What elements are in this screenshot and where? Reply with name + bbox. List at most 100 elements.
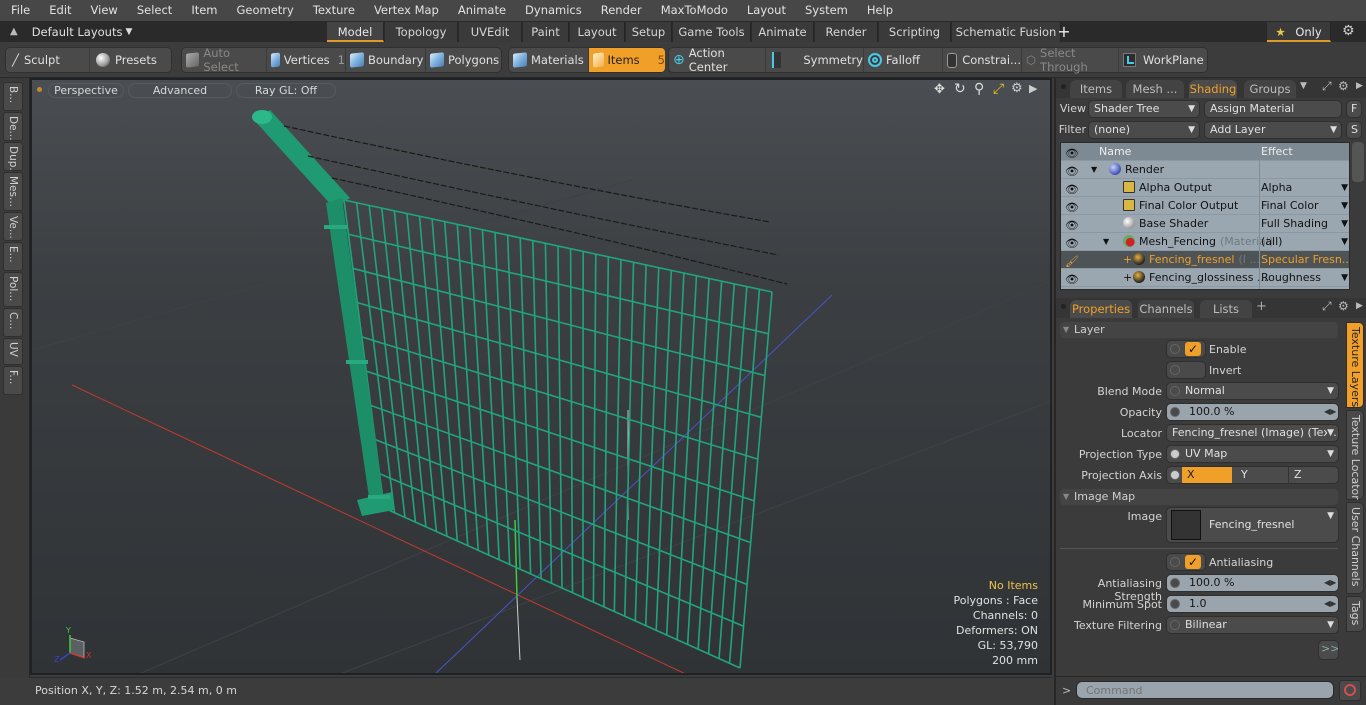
action-center-button[interactable]: ⊕ Action Center [669,46,766,74]
panel-gear-icon[interactable]: ⚙ [1338,299,1349,313]
enable-checkbox[interactable]: ✓ [1166,340,1206,358]
left-tab-2[interactable]: Dup... [3,142,23,177]
only-filter-button[interactable]: ★ Only [1267,22,1331,42]
menu-geometry[interactable]: Geometry [226,0,302,21]
axis-x-option[interactable]: X [1182,467,1232,483]
effect-column-header[interactable]: Effect [1261,143,1349,161]
blend-mode-dropdown[interactable]: Normal ▼ [1166,382,1339,400]
left-tab-7[interactable]: C... [3,308,23,337]
left-tab-6[interactable]: Pol... [3,272,23,307]
expand-plus-icon[interactable]: + [1123,251,1132,269]
sculpt-button[interactable]: ╱ Sculpt [6,48,90,72]
properties-tab-lists[interactable]: Lists [1200,300,1252,318]
visibility-eye-icon[interactable]: 👁 [1064,163,1080,178]
left-tab-5[interactable]: E... [3,242,23,271]
properties-tab-properties[interactable]: Properties [1070,300,1132,318]
symmetry-button[interactable]: Symmetry [766,48,864,72]
side-tab-tags[interactable]: Tags [1346,596,1364,632]
menu-select[interactable]: Select [126,0,180,21]
layout-tab-game-tools[interactable]: Game Tools [673,22,751,42]
polygons-button[interactable]: Polygons [426,48,502,72]
axis-z-option[interactable]: Z [1292,467,1338,483]
slider-arrows-icon[interactable]: ◀▶ [1324,576,1336,590]
row-effect[interactable]: Full Shading [1261,215,1349,233]
shader-tab-groups[interactable]: Groups [1244,80,1296,98]
visibility-eye-icon[interactable]: 👁 [1064,181,1080,196]
image-map-section-header[interactable]: ▼ Image Map [1060,489,1338,505]
expand-plus-icon[interactable]: + [1123,269,1132,287]
layout-tab-layout[interactable]: Layout [570,22,625,42]
menu-dynamics[interactable]: Dynamics [514,0,590,21]
items-button[interactable]: Items 5 [589,48,665,72]
record-button[interactable] [1339,680,1361,701]
view-dropdown[interactable]: Shader Tree ▼ [1088,100,1200,118]
materials-button[interactable]: Materials [509,48,589,72]
visibility-eye-icon[interactable]: 👁 [1064,235,1080,250]
left-tab-8[interactable]: UV [3,338,23,365]
shader-tree-row[interactable]: 👁 Alpha Output Alpha ▼ [1061,179,1349,197]
left-tab-3[interactable]: Mes... [3,172,23,211]
min-spot-input[interactable]: 1.0 ◀▶ [1166,595,1339,613]
shader-tree-row[interactable]: 👁 ▼ Mesh_Fencing (Material) (all) ▼ [1061,233,1349,251]
menu-system[interactable]: System [794,0,856,21]
shader-tab-shading[interactable]: Shading [1189,80,1237,98]
panel-arrow-icon[interactable]: ▶ [1356,81,1363,91]
shader-tree-row[interactable]: 👁 ▼ Render [1061,161,1349,179]
name-column-header[interactable]: Name [1099,143,1131,161]
layout-tab-schematic-fusion[interactable]: Schematic Fusion [952,22,1061,42]
aa-strength-input[interactable]: 100.0 % ◀▶ [1166,574,1339,592]
side-tab-texture-locator[interactable]: Texture Locator [1346,410,1364,500]
presets-button[interactable]: Presets [90,48,172,72]
assign-material-button[interactable]: Assign Material [1204,100,1342,118]
add-layout-tab-button[interactable]: + [1054,22,1074,42]
chevron-down-icon[interactable]: ▼ [1341,233,1348,251]
chevron-down-icon[interactable]: ▼ [1341,179,1348,197]
maximize-panel-icon[interactable]: ⤢ [1322,79,1332,94]
row-effect[interactable]: Final Color [1261,197,1349,215]
menu-maxtomodo[interactable]: MaxToModo [650,0,736,21]
add-layer-dropdown[interactable]: Add Layer ▼ [1204,121,1342,139]
layout-tab-uvedit[interactable]: UVEdit [459,22,522,42]
f-button[interactable]: F [1346,100,1362,118]
visibility-eye-icon[interactable]: 👁 [1064,217,1080,232]
boundary-button[interactable]: Boundary [346,48,426,72]
select-through-button[interactable]: ⬡ Select Through [1022,46,1119,74]
slider-arrows-icon[interactable]: ◀▶ [1324,405,1336,419]
constraints-button[interactable]: Constrai... [943,48,1022,72]
left-tab-4[interactable]: Ve... [3,212,23,241]
menu-file[interactable]: File [0,0,38,21]
texture-filtering-dropdown[interactable]: Bilinear ▼ [1166,616,1339,634]
maximize-panel-icon[interactable]: ⤢ [1322,299,1332,314]
layout-tab-render[interactable]: Render [815,22,878,42]
layout-tab-paint[interactable]: Paint [523,22,569,42]
gear-icon[interactable]: ⚙ [1342,23,1355,39]
invert-checkbox[interactable] [1166,361,1206,379]
auto-select-button[interactable]: Auto Select [182,46,267,74]
locator-dropdown[interactable]: Fencing_fresnel (Image) (Tex... ▼ [1166,424,1339,442]
projection-type-dropdown[interactable]: UV Map ▼ [1166,445,1339,463]
layouts-dropdown[interactable]: ▲ Default Layouts ▼ [0,21,132,42]
shader-tree-row[interactable]: 👁 Base Shader Full Shading ▼ [1061,215,1349,233]
layer-section-header[interactable]: ▼ Layer [1060,322,1338,338]
image-selector[interactable]: Fencing_fresnel ▼ [1166,507,1339,543]
panel-arrow-icon[interactable]: ▶ [1356,301,1363,311]
menu-vertex-map[interactable]: Vertex Map [363,0,447,21]
row-effect[interactable]: Roughness [1261,269,1349,287]
tabs-dropdown-icon[interactable]: ▼ [1300,81,1307,91]
slider-arrows-icon[interactable]: ◀▶ [1324,597,1336,611]
s-button[interactable]: S [1346,121,1362,139]
menu-view[interactable]: View [80,0,126,21]
add-tab-button[interactable]: + [1256,299,1267,314]
chevron-down-icon[interactable]: ▼ [1341,269,1348,287]
row-effect[interactable]: Alpha [1261,179,1349,197]
shader-tab-mesh[interactable]: Mesh ... [1126,80,1184,98]
chevron-down-icon[interactable]: ▼ [1341,215,1348,233]
menu-animate[interactable]: Animate [447,0,514,21]
menu-edit[interactable]: Edit [38,0,79,21]
shader-tree-row[interactable]: 🖌 + Fencing_fresnel (I ... Specular Fresn... [1061,251,1349,269]
shader-tab-items[interactable]: Items [1070,80,1122,98]
brush-icon[interactable]: 🖌 [1064,253,1080,268]
shader-tree-row[interactable]: 👁 Final Color Output Final Color ▼ [1061,197,1349,215]
shader-tree-row[interactable]: 👁 + Fencing_glossiness ... Roughness ▼ [1061,269,1349,287]
menu-item[interactable]: Item [180,0,225,21]
